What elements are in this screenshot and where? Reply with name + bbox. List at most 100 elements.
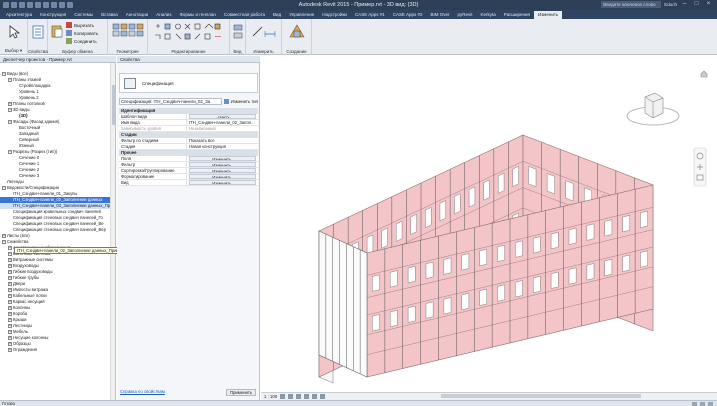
temp-hide-icon[interactable] [320,394,326,399]
expand-icon[interactable]: + [2,233,6,238]
expand-icon[interactable]: + [8,299,12,304]
property-edit-button[interactable]: Изменить... [189,156,256,161]
browser-scrollbar[interactable] [110,63,115,400]
collapse-icon[interactable]: − [8,149,12,154]
minimize-icon[interactable]: – [680,1,689,8]
instance-filter-select[interactable]: Спецификация: ITH_Сэндвич-панели_02_За [119,98,222,105]
expand-icon[interactable]: + [8,263,12,268]
expand-icon[interactable]: + [8,269,12,274]
tree-item-label: ITH_Сэндвич-панели_03_Заполнение данных_… [13,203,115,208]
expand-icon[interactable]: + [8,329,12,334]
collapse-icon[interactable]: − [8,77,12,82]
ribbon-tab[interactable]: Расширения [500,11,534,19]
expand-icon[interactable]: + [8,287,12,292]
join-row[interactable]: Соединить [66,38,97,44]
property-edit-button[interactable]: Изменить... [189,162,256,167]
collapse-icon[interactable]: − [2,185,6,190]
view-h-scrollbar[interactable] [421,392,711,400]
tree-item-label: Ограждения [13,347,37,352]
ribbon-tab[interactable]: Архитектура [2,11,36,19]
ribbon-tab[interactable]: Вид [269,11,285,19]
ribbon-tab[interactable]: Аннотации [122,11,153,19]
ribbon-tab[interactable]: Изменить [533,11,563,19]
expand-icon[interactable]: + [8,281,12,286]
navigation-bar[interactable] [693,147,707,187]
ribbon-tab[interactable]: BIM Over [427,11,454,19]
ribbon-tab[interactable]: pyRevit [454,11,477,19]
expand-icon[interactable]: + [8,257,12,262]
edit-type-icon[interactable] [223,99,229,104]
property-value[interactable]: Независимый [187,126,258,131]
ribbon-tab[interactable]: Управление [285,11,318,19]
scale-label[interactable]: 1 : 100 [264,393,277,400]
home-icon[interactable] [700,70,708,78]
type-selector[interactable]: Спецификация [119,73,258,93]
end-wall-front-left[interactable] [318,230,368,378]
modify-cursor-icon[interactable] [8,25,20,39]
browser-scroll-thumb[interactable] [112,85,115,125]
ribbon-tab[interactable]: Совместная работа [220,11,269,19]
3d-view[interactable]: 1 : 100 [261,63,717,400]
ribbon-tab[interactable]: CASE Apps #2 [389,11,427,19]
ribbon-tab[interactable]: Надстройки [318,11,351,19]
worksets-icon[interactable] [692,402,697,406]
cut-row[interactable]: Вырезать [66,22,94,28]
apply-button[interactable]: Применить [226,389,256,396]
expand-icon[interactable]: + [8,293,12,298]
maximize-icon[interactable]: □ [692,1,701,8]
modify-tools-icon[interactable] [152,22,226,44]
expand-icon[interactable]: + [8,323,12,328]
filter-icon[interactable] [708,402,713,406]
create-tools-icon[interactable] [288,23,306,39]
measure-tools-icon[interactable] [252,24,276,38]
shadows-icon[interactable] [304,394,310,399]
expand-icon[interactable]: + [8,341,12,346]
select-group-label[interactable]: Выбор ▾ [0,48,27,54]
sun-path-icon[interactable] [296,394,302,399]
tree-item[interactable]: + Ограждения [0,347,110,353]
paste-icon[interactable] [51,24,63,38]
geometry-tools-icon[interactable] [112,23,144,43]
ribbon-tab[interactable]: Анализ [152,11,175,19]
expand-icon[interactable]: + [8,251,12,256]
view-tools-icon[interactable] [233,24,243,40]
expand-icon[interactable]: + [8,275,12,280]
ribbon-tab[interactable]: CASE Apps #1 [351,11,389,19]
help-search-input[interactable]: Введите ключевое слово или фразу [601,1,662,14]
ribbon-tab[interactable]: Системы [70,11,97,19]
collapse-icon[interactable]: − [2,239,6,244]
expand-icon[interactable]: + [8,101,12,106]
property-value[interactable]: Показать все [187,138,258,143]
collapse-icon[interactable]: − [2,71,6,76]
expand-icon[interactable]: + [8,311,12,316]
property-edit-button[interactable]: Изменить... [189,180,256,185]
user-name[interactable]: Educh [664,2,677,7]
property-edit-button[interactable]: Изменить... [189,168,256,173]
ribbon-tab[interactable]: Kerkyta [477,11,500,19]
view-h-scroll-thumb[interactable] [441,394,641,398]
properties-icon[interactable] [32,25,44,39]
ribbon-tab[interactable]: Формы и генплан [176,11,220,19]
expand-icon[interactable]: + [8,245,12,250]
edit-type-button[interactable]: Изменить тип [231,99,258,104]
property-value[interactable]: ITH_Сэндвич-панели_02_Запол... [187,120,258,125]
expand-icon[interactable]: + [8,347,12,352]
properties-help-link[interactable]: Справка по свойствам [120,389,165,394]
copy-row[interactable]: Копировать [66,30,98,36]
viewcube-icon[interactable] [623,89,683,129]
property-value[interactable]: Новая конструкция [187,144,258,149]
ribbon-tab[interactable]: Конструкция [36,11,70,19]
close-icon[interactable]: × [704,1,713,8]
detail-level-icon[interactable] [280,394,286,399]
expand-icon[interactable]: + [8,305,12,310]
crop-view-icon[interactable] [312,394,318,399]
collapse-icon[interactable]: − [8,107,12,112]
visual-style-icon[interactable] [288,394,294,399]
expand-icon[interactable]: + [8,317,12,322]
collapse-icon[interactable]: − [8,119,12,124]
ribbon-tab[interactable]: Вставка [97,11,122,19]
property-edit-button[interactable]: Изменить... [189,174,256,179]
expand-icon[interactable]: + [8,335,12,340]
property-edit-button[interactable]: <Нет> [189,114,256,119]
design-options-icon[interactable] [700,402,705,406]
